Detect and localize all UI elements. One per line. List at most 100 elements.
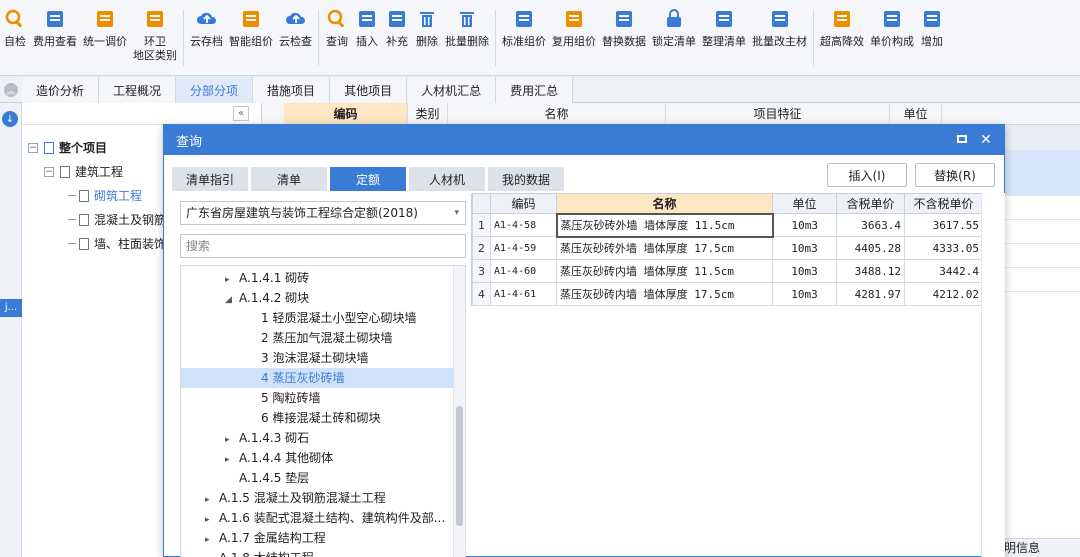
chevron-down-icon[interactable]: ◢ xyxy=(225,290,239,310)
main-tab-3[interactable]: 措施项目 xyxy=(253,77,331,103)
bg-col-feature[interactable]: 项目特征 xyxy=(666,103,890,125)
cell-tax_price[interactable]: 4281.97 xyxy=(836,282,905,306)
cell-idx[interactable]: 4 xyxy=(472,282,491,306)
bg-row-selected[interactable] xyxy=(1000,150,1080,196)
download-icon[interactable]: ↓ xyxy=(2,111,18,127)
insert-button[interactable]: 插入(I) xyxy=(827,163,907,187)
tree-item[interactable]: 混凝土及钢筋 xyxy=(68,211,166,228)
cell-unit[interactable]: 10m3 xyxy=(772,282,837,306)
main-tab-6[interactable]: 费用汇总 xyxy=(496,77,574,103)
chevron-right-icon[interactable]: ▸ xyxy=(205,530,219,550)
norm-tree-item[interactable]: ▸ A.1.4.3 砌石 xyxy=(181,428,453,448)
main-tab-2[interactable]: 分部分项 xyxy=(176,77,254,103)
toolbar-batch-material-button[interactable]: 批量改主材 xyxy=(749,6,810,49)
tree-root[interactable]: − 整个项目 xyxy=(28,139,107,156)
bg-col-unit[interactable]: 单位 xyxy=(890,103,942,125)
toolbar-height-button[interactable]: 超高降效 xyxy=(817,6,867,49)
toolbar-region-button[interactable]: 环卫 地区类别 xyxy=(130,6,180,63)
cell-idx[interactable]: 3 xyxy=(472,259,491,283)
dialog-tab-2[interactable]: 定额 xyxy=(330,167,407,191)
collapse-icon[interactable]: − xyxy=(28,142,38,153)
chevron-right-icon[interactable]: ▸ xyxy=(225,430,239,450)
main-tab-4[interactable]: 其他项目 xyxy=(330,77,408,103)
tree-scrollbar[interactable] xyxy=(453,266,465,557)
main-tab-5[interactable]: 人材机汇总 xyxy=(407,77,497,103)
norm-tree-item[interactable]: ▸ A.1.5 混凝土及钢筋混凝土工程 xyxy=(181,488,453,508)
norm-tree-item[interactable]: ▸ A.1.7 金属结构工程 xyxy=(181,528,453,548)
collapse-icon[interactable]: − xyxy=(44,166,54,177)
dialog-tab-0[interactable]: 清单指引 xyxy=(172,167,249,191)
bg-col-code[interactable]: 编码 xyxy=(284,103,408,125)
grid-header-2[interactable]: 名称 xyxy=(556,193,773,214)
norm-tree-item[interactable]: 3 泡沫混凝土砌块墙 xyxy=(181,348,453,368)
toolbar-cloud-save-button[interactable]: 云存档 xyxy=(187,6,226,49)
tree-item[interactable]: 墙、柱面装饰 xyxy=(68,235,166,252)
norm-tree-item[interactable]: ▸ A.1.6 装配式混凝土结构、建筑构件及部... xyxy=(181,508,453,528)
bg-col-type[interactable]: 类别 xyxy=(408,103,448,125)
toolbar-cloud-check-button[interactable]: 云检查 xyxy=(276,6,315,49)
table-row[interactable]: 3 A1-4-60 蒸压灰砂砖内墙 墙体厚度 11.5cm 10m3 3488.12 34… xyxy=(472,259,983,283)
cell-notax_price[interactable]: 4212.02 xyxy=(904,282,983,306)
norm-tree-item[interactable]: 6 榫接混凝土砖和砌块 xyxy=(181,408,453,428)
grid-header-4[interactable]: 含税单价 xyxy=(836,193,905,214)
cell-tax_price[interactable]: 4405.28 xyxy=(836,236,905,260)
cell-code[interactable]: A1-4-59 xyxy=(490,236,557,260)
chevron-right-icon[interactable]: ▸ xyxy=(205,550,219,557)
dialog-tab-4[interactable]: 我的数据 xyxy=(488,167,565,191)
toolbar-replace-data-button[interactable]: 替换数据 xyxy=(599,6,649,49)
maximize-button[interactable] xyxy=(954,132,970,148)
toolbar-supplement-button[interactable]: 补充 xyxy=(382,6,412,49)
cell-idx[interactable]: 2 xyxy=(472,236,491,260)
bg-row[interactable] xyxy=(1000,268,1080,292)
main-tab-1[interactable]: 工程概况 xyxy=(99,77,177,103)
cell-notax_price[interactable]: 3442.4 xyxy=(904,259,983,283)
chevron-right-icon[interactable]: ▸ xyxy=(205,490,219,510)
norm-tree-item[interactable]: A.1.4.5 垫层 xyxy=(181,468,453,488)
cell-unit[interactable]: 10m3 xyxy=(772,259,837,283)
bg-row[interactable] xyxy=(1000,244,1080,268)
norm-tree-item[interactable]: 2 蒸压加气混凝土砌块墙 xyxy=(181,328,453,348)
tree-item[interactable]: 砌筑工程 xyxy=(68,187,142,204)
toolbar-add-button[interactable]: 增加 xyxy=(917,6,947,49)
chevron-right-icon[interactable]: ▸ xyxy=(225,270,239,290)
cell-name[interactable]: 蒸压灰砂砖内墙 墙体厚度 17.5cm xyxy=(556,282,773,306)
norm-tree-item[interactable]: ▸ A.1.4.1 砌砖 xyxy=(181,268,453,288)
cell-name[interactable]: 蒸压灰砂砖外墙 墙体厚度 11.5cm xyxy=(555,212,774,238)
toolbar-check-button[interactable]: 自检 xyxy=(0,6,30,49)
toolbar-delete-button[interactable]: 删除 xyxy=(412,6,442,49)
toolbar-adjust-price-button[interactable]: 统一调价 xyxy=(80,6,130,49)
collapse-panel-button[interactable]: ︽ xyxy=(0,77,22,103)
cell-name[interactable]: 蒸压灰砂砖外墙 墙体厚度 17.5cm xyxy=(556,236,773,260)
cell-tax_price[interactable]: 3488.12 xyxy=(836,259,905,283)
scrollbar-thumb[interactable] xyxy=(456,406,463,526)
cell-code[interactable]: A1-4-60 xyxy=(490,259,557,283)
toolbar-smart-price-button[interactable]: 智能组价 xyxy=(226,6,276,49)
norm-tree-item[interactable]: 1 轻质混凝土小型空心砌块墙 xyxy=(181,308,453,328)
cell-unit[interactable]: 10m3 xyxy=(772,213,837,237)
norm-library-select[interactable]: 广东省房屋建筑与装饰工程综合定额(2018) ▾ xyxy=(180,201,466,225)
cell-idx[interactable]: 1 xyxy=(472,213,491,237)
bg-bottom-tab[interactable]: 明信息 xyxy=(1000,538,1080,557)
toolbar-lock-button[interactable]: 锁定清单 xyxy=(649,6,699,49)
close-button[interactable]: ✕ xyxy=(978,132,994,148)
grid-header-5[interactable]: 不含税单价 xyxy=(904,193,983,214)
cell-code[interactable]: A1-4-58 xyxy=(490,213,557,237)
tree-child[interactable]: − 建筑工程 xyxy=(44,163,123,180)
norm-tree-item[interactable]: ◢ A.1.4.2 砌块 xyxy=(181,288,453,308)
chevron-right-icon[interactable]: ▸ xyxy=(205,510,219,530)
grid-header-0[interactable] xyxy=(472,193,491,214)
bg-row[interactable] xyxy=(1000,220,1080,244)
dialog-tab-1[interactable]: 清单 xyxy=(251,167,328,191)
norm-tree-item[interactable]: 5 陶粒砖墙 xyxy=(181,388,453,408)
cell-name[interactable]: 蒸压灰砂砖内墙 墙体厚度 11.5cm xyxy=(556,259,773,283)
toolbar-query-button[interactable]: 查询 xyxy=(322,6,352,49)
cell-unit[interactable]: 10m3 xyxy=(772,236,837,260)
collapse-tree-button[interactable]: « xyxy=(233,106,249,121)
cell-notax_price[interactable]: 4333.05 xyxy=(904,236,983,260)
norm-tree-item[interactable]: 4 蒸压灰砂砖墙 xyxy=(181,368,453,388)
search-input[interactable]: 搜索 xyxy=(180,234,466,258)
toolbar-batch-delete-button[interactable]: 批量删除 xyxy=(442,6,492,49)
toolbar-standard-price-button[interactable]: 标准组价 xyxy=(499,6,549,49)
bg-col-name[interactable]: 名称 xyxy=(448,103,666,125)
table-row[interactable]: 1 A1-4-58 蒸压灰砂砖外墙 墙体厚度 11.5cm 10m3 3663.4 361… xyxy=(472,212,983,238)
